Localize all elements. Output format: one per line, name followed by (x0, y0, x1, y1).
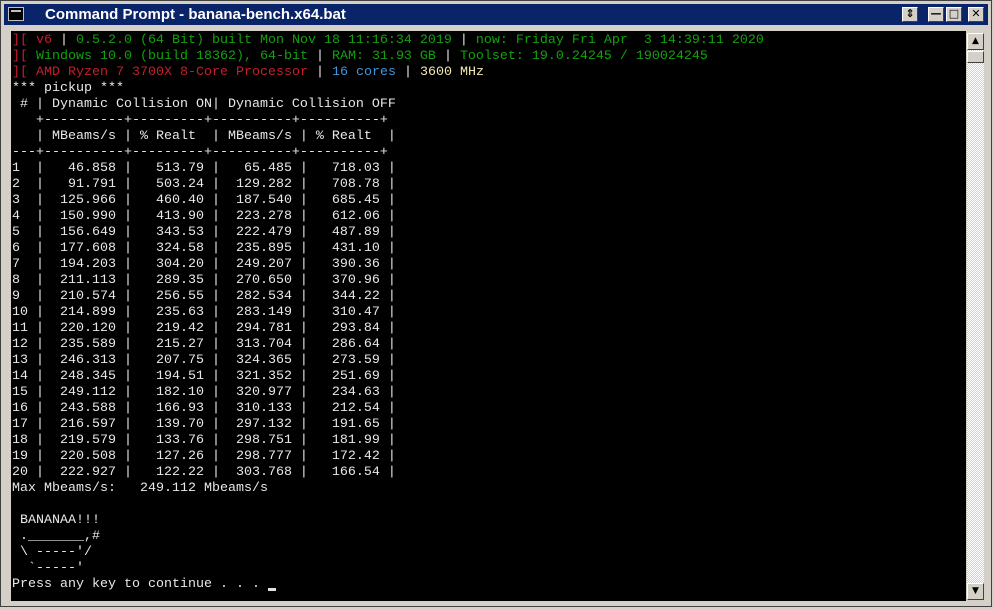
separator: | (315, 49, 324, 64)
console-app-icon[interactable] (8, 7, 24, 21)
table-row: 7 | 194.203 | 304.20 | 249.207 | 390.36 … (12, 257, 396, 272)
table-row: 17 | 216.597 | 139.70 | 297.132 | 191.65… (12, 417, 396, 432)
cpu-text: AMD Ryzen 7 3700X 8-Core Processor (36, 65, 308, 80)
now-text: now: Friday Fri Apr 3 14:39:11 2020 (475, 33, 764, 48)
table-row: 8 | 211.113 | 289.35 | 270.650 | 370.96 … (12, 273, 396, 288)
table-row: 19 | 220.508 | 127.26 | 298.777 | 172.42… (12, 449, 396, 464)
toolset-text: Toolset: 19.0.24245 / 190024245 (459, 49, 708, 64)
mhz-text: 3600 MHz (419, 65, 484, 80)
table-row: 13 | 246.313 | 207.75 | 324.365 | 273.59… (12, 353, 396, 368)
header-line-1: ][ v6 | 0.5.2.0 (64 Bit) built Mon Nov 1… (12, 33, 764, 49)
separator: | (459, 33, 468, 48)
table-row: 1 | 46.858 | 513.79 | 65.485 | 718.03 | (12, 161, 396, 176)
title-bar[interactable]: Command Prompt - banana-bench.x64.bat ⇕ … (4, 4, 988, 25)
scroll-up-button[interactable]: ▲ (967, 33, 984, 50)
table-separator: ---+----------+---------+----------+----… (12, 145, 388, 160)
close-button[interactable]: ✕ (968, 7, 984, 22)
continue-prompt: Press any key to continue . . . (12, 577, 268, 592)
table-row: 11 | 220.120 | 219.42 | 294.781 | 293.84… (12, 321, 396, 336)
bracket-marker: ][ (12, 49, 28, 64)
max-summary: Max Mbeams/s: 249.112 Mbeams/s (12, 481, 268, 496)
separator: | (60, 33, 68, 48)
table-row: 2 | 91.791 | 503.24 | 129.282 | 708.78 | (12, 177, 396, 192)
window-title: Command Prompt - banana-bench.x64.bat (45, 6, 346, 23)
separator: | (443, 49, 452, 64)
table-row: 10 | 214.899 | 235.63 | 283.149 | 310.47… (12, 305, 396, 320)
header-line-2: ][ Windows 10.0 (build 18362), 64-bit | … (12, 49, 708, 65)
ram-text: RAM: 31.93 GB (331, 49, 436, 64)
section-heading: *** pickup *** (12, 81, 124, 96)
table-row: 20 | 222.927 | 122.22 | 303.768 | 166.54… (12, 465, 396, 480)
separator: | (403, 65, 412, 80)
maximize-button[interactable]: □ (946, 7, 962, 22)
header-line-3: ][ AMD Ryzen 7 3700X 8-Core Processor | … (12, 65, 484, 81)
table-separator: +----------+---------+----------+-------… (12, 113, 388, 128)
cores-text: 16 cores (331, 65, 396, 80)
table-header-row: # | Dynamic Collision ON| Dynamic Collis… (12, 97, 396, 112)
ascii-art-line: ._______,# (12, 529, 100, 544)
scroll-down-button[interactable]: ▼ (967, 583, 984, 600)
os-text: Windows 10.0 (build 18362), 64-bit (36, 49, 308, 64)
table-row: 9 | 210.574 | 256.55 | 282.534 | 344.22 … (12, 289, 396, 304)
table-row: 5 | 156.649 | 343.53 | 222.479 | 487.89 … (12, 225, 396, 240)
bracket-marker: ][ (12, 33, 28, 48)
table-row: 18 | 219.579 | 133.76 | 298.751 | 181.99… (12, 433, 396, 448)
text-cursor (268, 588, 276, 591)
ascii-art-line: \ -----'/ (12, 545, 92, 560)
table-row: 4 | 150.990 | 413.90 | 223.278 | 612.06 … (12, 209, 396, 224)
scroll-lock-icon[interactable]: ⇕ (902, 7, 918, 22)
build-text: 0.5.2.0 (64 Bit) built Mon Nov 18 11:16:… (76, 33, 452, 48)
ascii-art-line: BANANAA!!! (12, 513, 100, 528)
separator: | (315, 65, 324, 80)
vertical-scrollbar[interactable]: ▲ ▼ (967, 33, 984, 600)
command-prompt-window: Command Prompt - banana-bench.x64.bat ⇕ … (0, 0, 992, 607)
table-row: 12 | 235.589 | 215.27 | 313.704 | 286.64… (12, 337, 396, 352)
table-row: 3 | 125.966 | 460.40 | 187.540 | 685.45 … (12, 193, 396, 208)
table-row: 14 | 248.345 | 194.51 | 321.352 | 251.69… (12, 369, 396, 384)
table-row: 6 | 177.608 | 324.58 | 235.895 | 431.10 … (12, 241, 396, 256)
bracket-marker: ][ (12, 65, 28, 80)
scrollbar-thumb[interactable] (967, 51, 984, 63)
minimize-button[interactable]: — (928, 7, 944, 22)
table-row: 15 | 249.112 | 182.10 | 320.977 | 234.63… (12, 385, 396, 400)
table-header-row: | MBeams/s | % Realt | MBeams/s | % Real… (12, 129, 396, 144)
version-text: v6 (36, 33, 52, 48)
table-row: 16 | 243.588 | 166.93 | 310.133 | 212.54… (12, 401, 396, 416)
console-output[interactable]: ][ v6 | 0.5.2.0 (64 Bit) built Mon Nov 1… (11, 31, 966, 601)
ascii-art-line: `-----' (12, 561, 84, 576)
